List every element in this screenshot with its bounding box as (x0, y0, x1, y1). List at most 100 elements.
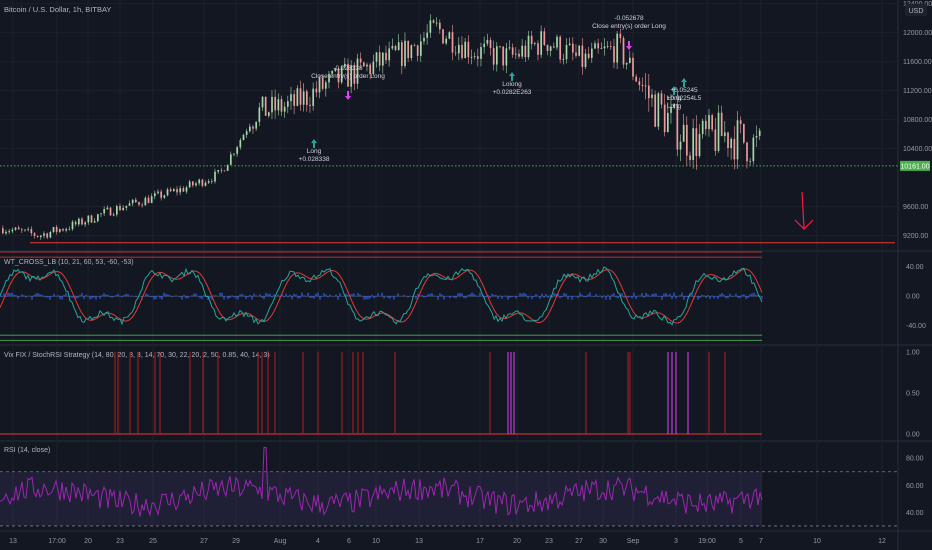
time-tick-label: 7 (759, 538, 763, 545)
candle-body (106, 207, 109, 210)
candle-body (454, 52, 457, 54)
candle-body (363, 62, 365, 67)
candle-body (125, 205, 128, 208)
candle-body (711, 115, 714, 130)
candle-body (429, 20, 432, 33)
candle-body (30, 229, 33, 234)
candle-body (150, 196, 153, 203)
candle-body (290, 94, 292, 102)
chart-canvas[interactable]: Bitcoin / U.S. Dollar, 1h, BITBAY Long+0… (0, 0, 932, 550)
trade-marker-value: Close entry(s) order Long (311, 73, 385, 80)
candle-body (679, 141, 682, 150)
vix-series (0, 352, 762, 435)
rsi-panel[interactable]: RSI (14, close) (0, 446, 897, 527)
trade-marker: Lolong+0.0282E263 (493, 72, 532, 96)
candle-body (325, 82, 327, 89)
current-price-label: 10161.00 (900, 163, 929, 170)
candle-body (610, 46, 612, 47)
candle-body (268, 112, 270, 116)
candle-body (701, 120, 704, 135)
candle-body (724, 132, 726, 137)
candle-body (11, 229, 14, 232)
candle-body (359, 58, 362, 63)
candle-body (97, 214, 99, 222)
candle-body (470, 56, 473, 58)
vix-fix-panel[interactable]: Vix FIX / StochRSI Strategy (14, 80, 20,… (0, 352, 762, 435)
candle-body (78, 218, 80, 225)
candle-body (122, 207, 125, 211)
candle-body (521, 45, 524, 57)
vix-tick-label: 0.50 (906, 391, 920, 398)
candle-body (505, 48, 508, 66)
candle-body (534, 43, 536, 45)
candle-body (100, 213, 102, 215)
candle-body (584, 53, 587, 67)
candle-body (755, 135, 758, 138)
candle-body (603, 46, 606, 49)
time-tick-label: 6 (347, 538, 351, 545)
candle-body (657, 93, 660, 127)
price-panel[interactable]: Bitcoin / U.S. Dollar, 1h, BITBAY Long+0… (0, 5, 898, 244)
candle-body (486, 39, 489, 44)
candle-body (166, 189, 169, 196)
candle-body (736, 120, 739, 160)
trade-marker-label: Lolong (502, 81, 522, 88)
time-tick-label: 25 (149, 538, 157, 545)
price-tick-label: 10800.00 (903, 117, 932, 124)
candle-body (182, 188, 185, 192)
candle-body (81, 218, 83, 225)
candle-body (84, 222, 87, 225)
time-tick-label: 20 (84, 538, 92, 545)
candle-body (271, 96, 273, 113)
candle-body (40, 235, 42, 237)
candle-body (622, 38, 625, 65)
wt-cross-panel[interactable]: WT_CROSS_LB (10, 21, 60, 53, -60, -53) (0, 251, 763, 341)
candle-body (435, 22, 438, 24)
candle-body (692, 128, 695, 160)
time-tick-label: Aug (274, 538, 287, 545)
trade-marker-value: +0.028338 (299, 156, 330, 163)
wt-tick-label: 40.00 (906, 264, 924, 271)
candle-body (147, 197, 150, 203)
candle-body (36, 235, 39, 237)
candle-body (14, 227, 17, 230)
candle-body (103, 209, 106, 214)
price-levels (0, 165, 898, 244)
current-price-tag: 10161.00 (900, 160, 930, 171)
long-arrow-icon (681, 78, 687, 87)
time-tick-label: 10 (372, 538, 380, 545)
candle-body (43, 233, 45, 236)
candle-body (204, 182, 207, 186)
candle-body (293, 94, 296, 106)
candle-body (52, 227, 55, 233)
candle-body (578, 45, 581, 56)
candle-body (511, 47, 514, 55)
time-tick-label: 12 (878, 538, 886, 545)
candle-body (477, 56, 479, 59)
candle-body (508, 47, 511, 49)
candle-body (109, 207, 112, 216)
candle-body (55, 227, 58, 232)
time-tick-label: 27 (200, 538, 208, 545)
candle-body (717, 112, 720, 151)
time-axis[interactable]: 13 17:00 20 23 25 27 29 Aug 4 6 10 13 17 20 23 27 30 Sep 3… (9, 538, 886, 545)
candle-body (261, 96, 264, 108)
trade-marker-value: +0.02254L5 (667, 95, 702, 102)
candle-body (416, 45, 419, 56)
candle-body (527, 35, 530, 58)
candle-body (198, 179, 201, 184)
candle-body (217, 169, 220, 172)
candle-body (74, 221, 77, 225)
candle-body (391, 45, 394, 49)
long-arrow-icon (311, 139, 317, 148)
candle-body (382, 52, 384, 66)
candle-body (131, 199, 134, 204)
time-tick-label: 23 (116, 538, 124, 545)
candle-body (214, 171, 216, 182)
candle-body (651, 94, 653, 99)
price-axis[interactable]: 12400.0012000.0011600.0011200.0010800.00… (900, 1, 932, 517)
time-tick-label: 19:00 (698, 538, 716, 545)
candle-body (407, 40, 410, 59)
candle-body (695, 128, 698, 157)
currency-badge[interactable]: USD (905, 4, 927, 16)
